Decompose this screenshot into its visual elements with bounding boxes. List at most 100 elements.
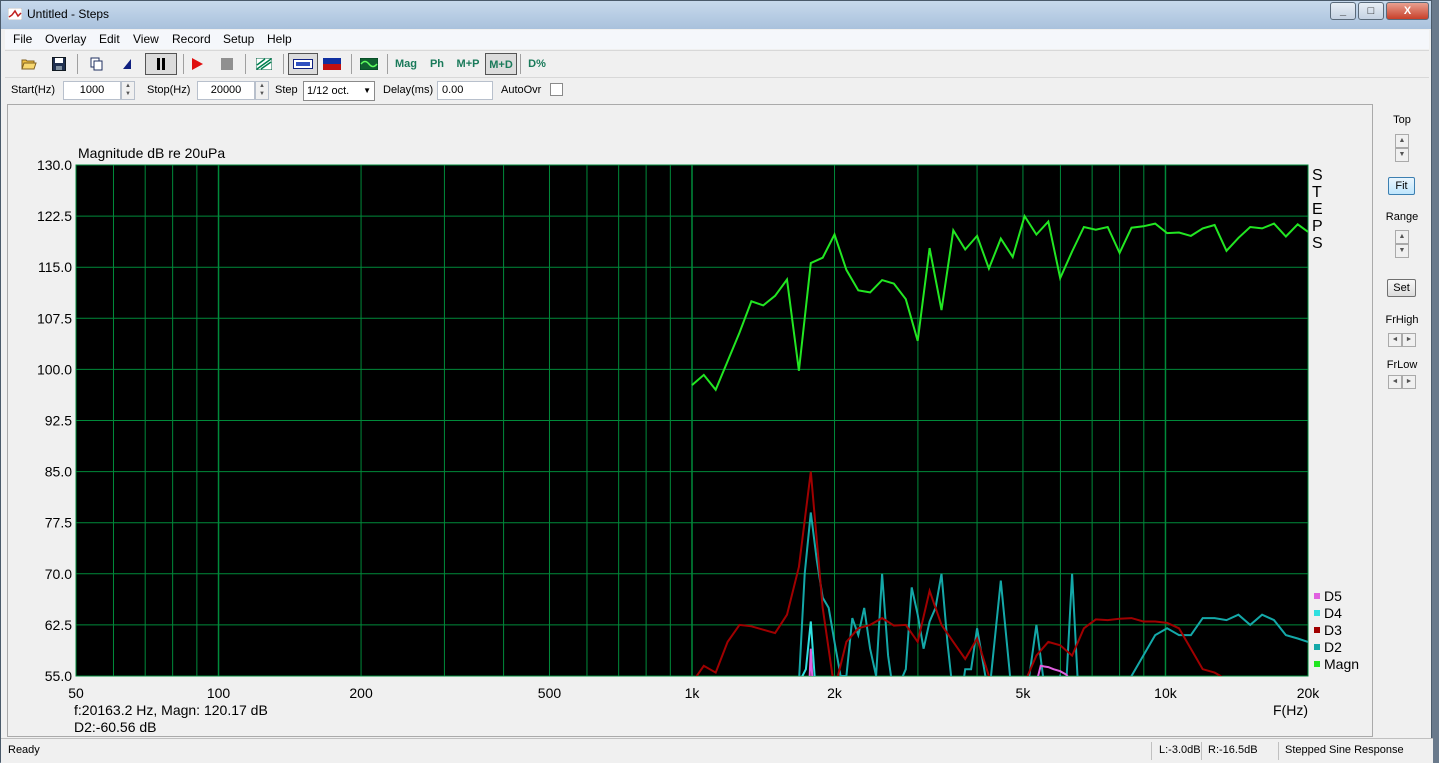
side-label-letter: T <box>1312 184 1322 201</box>
y-tick-label: 115.0 <box>38 259 72 275</box>
x-tick-label: 1k <box>685 685 701 701</box>
legend-label: Magn <box>1324 656 1359 672</box>
range-up-spinner[interactable]: ▲ <box>1395 230 1409 244</box>
frlow-left-spinner[interactable]: ◄ <box>1388 375 1402 389</box>
x-tick-label: 200 <box>349 685 373 701</box>
params-bar: Start(Hz) 1000 ▲ ▼ Stop(Hz) 20000 ▲ ▼ Step… <box>5 77 1429 103</box>
y-tick-label: 107.5 <box>37 310 72 326</box>
window-title: Untitled - Steps <box>27 7 110 21</box>
x-tick-label: 500 <box>538 685 562 701</box>
graph-area[interactable]: Magnitude dB re 20uPa 130.0 122.5 115.0 107… <box>7 104 1373 737</box>
toolbar-separator <box>351 54 352 74</box>
step-select[interactable]: 1/12 oct. ▼ <box>303 81 375 101</box>
range-label: Range <box>1385 211 1419 223</box>
cursor-arrow-icon[interactable] <box>115 53 139 75</box>
start-label: Start(Hz) <box>11 84 55 96</box>
menu-help[interactable]: Help <box>267 32 292 46</box>
toolbar-separator <box>387 54 388 74</box>
dpct-button[interactable]: D% <box>524 53 550 75</box>
menu-view[interactable]: View <box>133 32 159 46</box>
spectrum-icon[interactable] <box>320 53 344 75</box>
copy-icon[interactable] <box>85 53 109 75</box>
y-tick-label: 55.0 <box>45 668 72 684</box>
app-window: Untitled - Steps _ □ X File Overlay Edit… <box>0 0 1433 763</box>
x-tick-label: 50 <box>68 685 84 701</box>
toolbar-separator <box>245 54 246 74</box>
menu-file[interactable]: File <box>13 32 32 46</box>
side-label-letter: P <box>1312 218 1323 235</box>
open-folder-icon[interactable] <box>17 53 41 75</box>
filter-icon[interactable] <box>252 53 276 75</box>
magnitude-chart: 130.0 122.5 115.0 107.5 100.0 92.5 85.0 77.5 70.… <box>37 157 1359 718</box>
play-record-icon[interactable] <box>185 53 209 75</box>
stop-input[interactable]: 20000 <box>197 81 255 100</box>
stop-icon[interactable] <box>215 53 239 75</box>
maximize-button[interactable]: □ <box>1358 2 1384 20</box>
legend-swatch <box>1314 627 1320 633</box>
fit-button[interactable]: Fit <box>1388 177 1415 195</box>
side-label-letter: E <box>1312 201 1323 218</box>
status-left-level: L:-3.0dB <box>1159 744 1201 756</box>
y-tick-label: 85.0 <box>45 464 72 480</box>
frhigh-right-spinner[interactable]: ► <box>1402 333 1416 347</box>
pause-button[interactable] <box>145 53 177 75</box>
x-tick-label: 5k <box>1016 685 1032 701</box>
y-tick-label: 77.5 <box>45 515 72 531</box>
side-label-letter: S <box>1312 235 1323 252</box>
close-button[interactable]: X <box>1386 2 1429 20</box>
range-down-spinner[interactable]: ▼ <box>1395 244 1409 258</box>
scope-icon[interactable] <box>357 53 381 75</box>
step-label: Step <box>275 84 298 96</box>
frlow-right-spinner[interactable]: ► <box>1402 375 1416 389</box>
menu-record[interactable]: Record <box>172 32 211 46</box>
legend-label: D2 <box>1324 639 1342 655</box>
ph-button[interactable]: Ph <box>425 53 449 75</box>
legend-label: D3 <box>1324 622 1342 638</box>
status-separator <box>1201 742 1202 760</box>
start-input[interactable]: 1000 <box>63 81 121 100</box>
delay-input[interactable]: 0.00 <box>437 81 493 100</box>
start-spinner[interactable]: ▲ ▼ <box>121 81 135 100</box>
y-tick-label: 130.0 <box>37 157 72 173</box>
legend-label: D4 <box>1324 605 1342 621</box>
set-button[interactable]: Set <box>1387 279 1416 297</box>
stop-spinner[interactable]: ▲ ▼ <box>255 81 269 100</box>
generator-icon[interactable] <box>288 53 318 75</box>
y-tick-label: 122.5 <box>37 208 72 224</box>
menu-setup[interactable]: Setup <box>223 32 254 46</box>
legend-swatch <box>1314 593 1320 599</box>
x-tick-label: 100 <box>207 685 231 701</box>
top-up-spinner[interactable]: ▲ <box>1395 134 1409 148</box>
delay-label: Delay(ms) <box>383 84 434 96</box>
title-bar[interactable]: Untitled - Steps _ □ X <box>1 1 1431 29</box>
menu-edit[interactable]: Edit <box>99 32 120 46</box>
stop-label: Stop(Hz) <box>147 84 191 96</box>
mp-button[interactable]: M+P <box>453 53 483 75</box>
minimize-button[interactable]: _ <box>1330 2 1356 20</box>
md-button[interactable]: M+D <box>485 53 517 75</box>
autoovr-label: AutoOvr <box>501 84 542 96</box>
y-tick-label: 70.0 <box>45 566 72 582</box>
status-right-level: R:-16.5dB <box>1208 744 1258 756</box>
status-separator <box>1278 742 1279 760</box>
status-mode: Stepped Sine Response <box>1285 744 1404 756</box>
x-tick-label: 20k <box>1297 685 1321 701</box>
mag-button[interactable]: Mag <box>391 53 421 75</box>
frlow-label: FrLow <box>1386 359 1418 371</box>
legend-swatch <box>1314 661 1320 667</box>
x-tick-label: 2k <box>827 685 843 701</box>
status-separator <box>1151 742 1152 760</box>
chevron-down-icon: ▼ <box>363 86 371 95</box>
menu-overlay[interactable]: Overlay <box>45 32 86 46</box>
legend-swatch <box>1314 610 1320 616</box>
side-label-letter: S <box>1312 167 1323 184</box>
top-label: Top <box>1393 114 1411 126</box>
toolbar-separator <box>77 54 78 74</box>
frhigh-label: FrHigh <box>1385 314 1419 326</box>
autoovr-checkbox[interactable] <box>550 83 563 96</box>
top-down-spinner[interactable]: ▼ <box>1395 148 1409 162</box>
save-disk-icon[interactable] <box>47 53 71 75</box>
x-tick-label: 10k <box>1154 685 1178 701</box>
status-bar: Ready L:-3.0dB R:-16.5dB Stepped Sine Re… <box>1 738 1433 763</box>
frhigh-left-spinner[interactable]: ◄ <box>1388 333 1402 347</box>
